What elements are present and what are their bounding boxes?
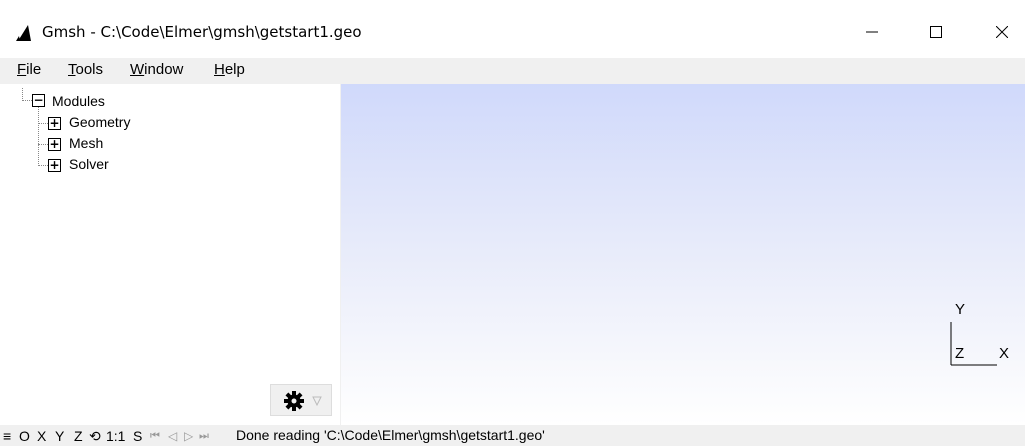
menu-tools[interactable]: Tools — [68, 61, 103, 78]
view-y-button[interactable]: Y — [55, 428, 64, 444]
next-step-icon[interactable]: ⏭ — [199, 430, 209, 443]
tree-connector — [38, 106, 39, 166]
close-button[interactable] — [982, 20, 1022, 44]
menu-help[interactable]: Help — [214, 61, 245, 78]
menu-bar: File Tools Window Help — [0, 58, 1025, 84]
tree-collapse-toggle[interactable]: − — [32, 94, 45, 107]
play-icon[interactable]: ▷ — [184, 429, 193, 443]
view-z-button[interactable]: Z — [74, 428, 83, 444]
tree-expand-toggle[interactable]: + — [48, 138, 61, 151]
tree-item-solver[interactable]: Solver — [69, 156, 109, 172]
tree-item-modules[interactable]: Modules — [52, 93, 105, 109]
minimize-icon — [866, 31, 878, 33]
first-step-icon[interactable]: ⏮ — [150, 430, 160, 443]
menu-help-mnemonic: H — [214, 61, 225, 78]
tree-item-geometry[interactable]: Geometry — [69, 114, 130, 130]
minimize-button[interactable] — [852, 20, 892, 44]
menu-file[interactable]: File — [17, 61, 41, 78]
menu-tools-mnemonic: T — [68, 61, 76, 78]
axis-label-y: Y — [955, 301, 966, 318]
menu-window-mnemonic: W — [130, 61, 145, 78]
axis-label-x: X — [999, 345, 1010, 362]
menu-file-label: ile — [26, 61, 42, 78]
rotate-icon[interactable]: ⟲ — [89, 428, 101, 445]
dropdown-triangle-icon — [312, 396, 322, 406]
tree-item-mesh[interactable]: Mesh — [69, 135, 103, 151]
menu-window[interactable]: Window — [130, 61, 183, 78]
menu-help-label: elp — [224, 61, 245, 78]
title-bar: Gmsh - C:\Code\Elmer\gmsh\getstart1.geo — [0, 0, 1025, 58]
module-tree: − Modules + Geometry + Mesh + Solver — [0, 84, 340, 425]
close-icon — [996, 26, 1008, 38]
scale-reset-button[interactable]: 1:1 — [106, 428, 125, 444]
menu-window-label: indow — [144, 61, 184, 78]
tree-connector — [38, 123, 48, 124]
menu-tools-label: ools — [75, 61, 104, 78]
tree-connector — [38, 165, 48, 166]
gmsh-logo-icon — [16, 25, 31, 41]
menu-file-mnemonic: F — [17, 61, 27, 78]
window-title: Gmsh - C:\Code\Elmer\gmsh\getstart1.geo — [42, 23, 362, 41]
tree-expand-toggle[interactable]: + — [48, 159, 61, 172]
tree-expand-toggle[interactable]: + — [48, 117, 61, 130]
select-button[interactable]: S — [133, 428, 142, 444]
options-button[interactable] — [270, 384, 332, 416]
menu-toggle-icon[interactable]: ≡ — [3, 428, 11, 444]
view-origin-button[interactable]: O — [19, 428, 30, 444]
view-x-button[interactable]: X — [37, 428, 46, 444]
gear-icon — [284, 391, 304, 411]
maximize-icon — [930, 26, 942, 38]
tree-connector — [38, 144, 48, 145]
maximize-button[interactable] — [916, 20, 956, 44]
tree-connector — [22, 100, 32, 101]
previous-step-icon[interactable]: ◁ — [168, 429, 177, 443]
status-bar: ≡ O X Y Z ⟲ 1:1 S ⏮ ◁ ▷ ⏭ Done reading '… — [0, 425, 1025, 446]
status-message: Done reading 'C:\Code\Elmer\gmsh\getstar… — [236, 427, 545, 443]
axis-label-z: Z — [955, 345, 965, 362]
graphics-viewport[interactable]: Y Z X — [341, 84, 1025, 425]
